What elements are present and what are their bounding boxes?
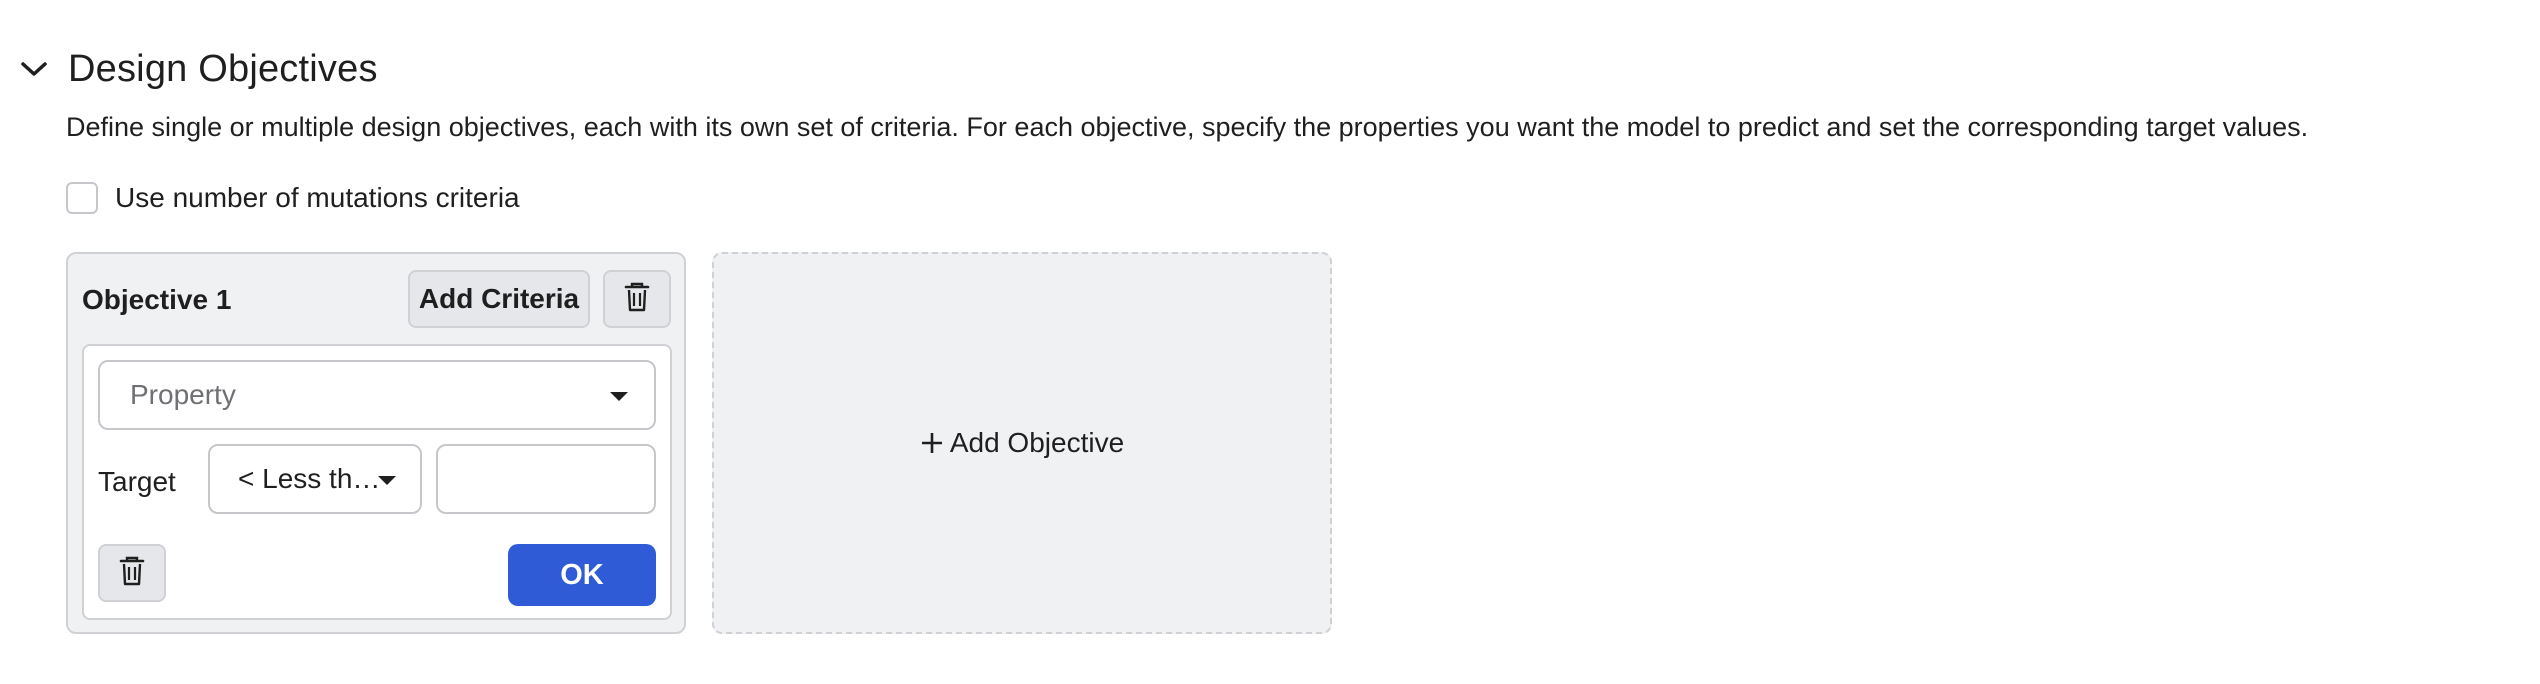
- section-title: Design Objectives: [68, 47, 378, 90]
- delete-objective-button[interactable]: [603, 270, 671, 328]
- section-header: Design Objectives: [18, 42, 378, 96]
- add-objective-button[interactable]: Add Objective: [712, 252, 1332, 634]
- criteria-panel: Property Target < Less th… OK: [82, 344, 672, 620]
- delete-criteria-button[interactable]: [98, 544, 166, 602]
- target-label: Target: [98, 466, 176, 497]
- add-criteria-button[interactable]: Add Criteria: [408, 270, 590, 328]
- caret-down-icon: [378, 476, 396, 485]
- objective-card: Objective 1 Add Criteria Property Target…: [66, 252, 686, 634]
- mutations-criteria-row: Use number of mutations criteria: [66, 182, 520, 214]
- add-objective-label: Add Objective: [949, 427, 1125, 458]
- trash-icon: [119, 556, 145, 591]
- mutations-criteria-label[interactable]: Use number of mutations criteria: [115, 182, 520, 214]
- target-value-input[interactable]: [436, 444, 656, 514]
- trash-icon: [624, 282, 650, 317]
- mutations-criteria-checkbox[interactable]: [66, 182, 98, 214]
- property-placeholder: Property: [130, 379, 236, 410]
- caret-down-icon: [610, 392, 628, 401]
- comparator-select[interactable]: < Less th…: [208, 444, 422, 514]
- objective-title: Objective 1: [82, 284, 232, 315]
- chevron-down-icon[interactable]: [18, 53, 50, 85]
- ok-button[interactable]: OK: [508, 544, 656, 606]
- comparator-value: < Less th…: [238, 463, 381, 494]
- plus-icon: [920, 425, 944, 461]
- section-description: Define single or multiple design objecti…: [66, 112, 2309, 142]
- property-select[interactable]: Property: [98, 360, 656, 430]
